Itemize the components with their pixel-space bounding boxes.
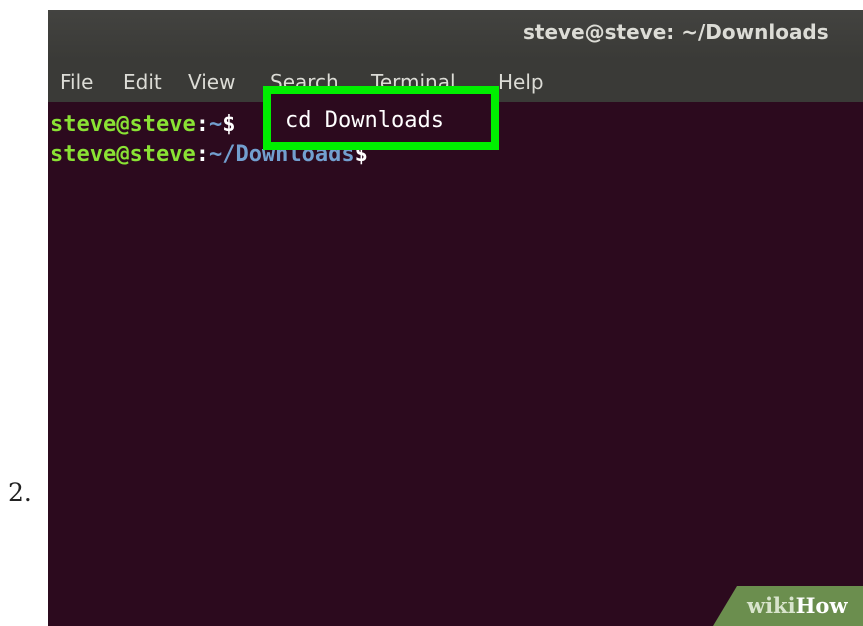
watermark-wiki: wiki: [747, 593, 796, 618]
step-number: 2.: [8, 478, 32, 507]
prompt-user-host: steve@steve: [50, 112, 196, 137]
prompt-user-host: steve@steve: [50, 142, 196, 167]
menu-view[interactable]: View: [188, 70, 235, 94]
command-highlight-box: cd Downloads: [263, 86, 499, 150]
typed-command: cd Downloads: [285, 108, 444, 133]
window-titlebar[interactable]: steve@steve: ~/Downloads: [48, 10, 863, 60]
menu-file[interactable]: File: [60, 70, 93, 94]
terminal-output[interactable]: [48, 102, 863, 626]
wikihow-logo: wikiHow: [747, 593, 848, 618]
menu-help[interactable]: Help: [498, 70, 544, 94]
menu-edit[interactable]: Edit: [123, 70, 162, 94]
prompt-separator: :: [195, 142, 209, 167]
prompt-separator: :: [195, 112, 209, 137]
wikihow-watermark: wikiHow: [713, 586, 863, 626]
terminal-line-1: steve@steve:~$: [50, 112, 235, 137]
prompt-symbol: $: [222, 112, 236, 137]
window-title: steve@steve: ~/Downloads: [523, 20, 829, 44]
prompt-path: ~: [208, 112, 223, 137]
terminal-window: steve@steve: ~/Downloads File Edit View …: [48, 10, 863, 626]
watermark-how: How: [795, 593, 848, 618]
